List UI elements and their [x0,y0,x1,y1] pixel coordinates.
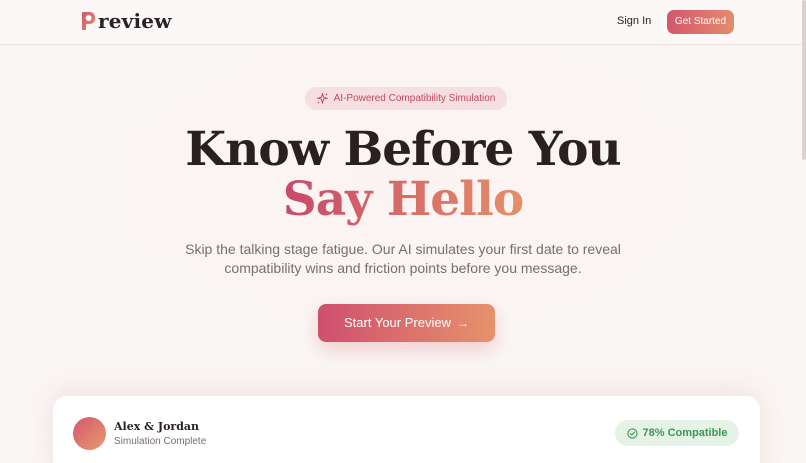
logo[interactable]: review [81,10,172,32]
simulation-card: Alex & Jordan Simulation Complete 78% Co… [53,396,760,463]
logo-mark-icon [81,11,96,31]
headline-line-2: Say Hello [0,174,806,226]
sign-in-link[interactable]: Sign In [617,15,651,27]
headline-line-1: Know Before You [185,122,621,177]
check-circle-icon [626,427,638,439]
match-names: Alex & Jordan [114,420,200,433]
hero-subtitle: Skip the talking stage fatigue. Our AI s… [185,241,621,276]
start-preview-label: Start Your Preview [344,315,451,330]
compatibility-badge: 78% Compatible [615,420,739,446]
compatibility-label: 78% Compatible [642,427,728,439]
simulation-status: Simulation Complete [114,436,207,447]
sparkles-icon [316,93,328,104]
logo-text: review [98,9,172,33]
feature-badge: AI-Powered Compatibility Simulation [305,87,507,110]
avatar [73,417,106,450]
top-nav: review Sign In Get Started [0,0,806,45]
landing-page: review Sign In Get Started AI-Powered Co… [0,0,806,463]
start-preview-button[interactable]: Start Your Preview → [318,304,495,342]
headline-highlight: Say Hello [282,172,524,227]
get-started-button[interactable]: Get Started [667,10,734,34]
arrow-right-icon: → [456,316,469,330]
badge-label: AI-Powered Compatibility Simulation [333,93,496,104]
